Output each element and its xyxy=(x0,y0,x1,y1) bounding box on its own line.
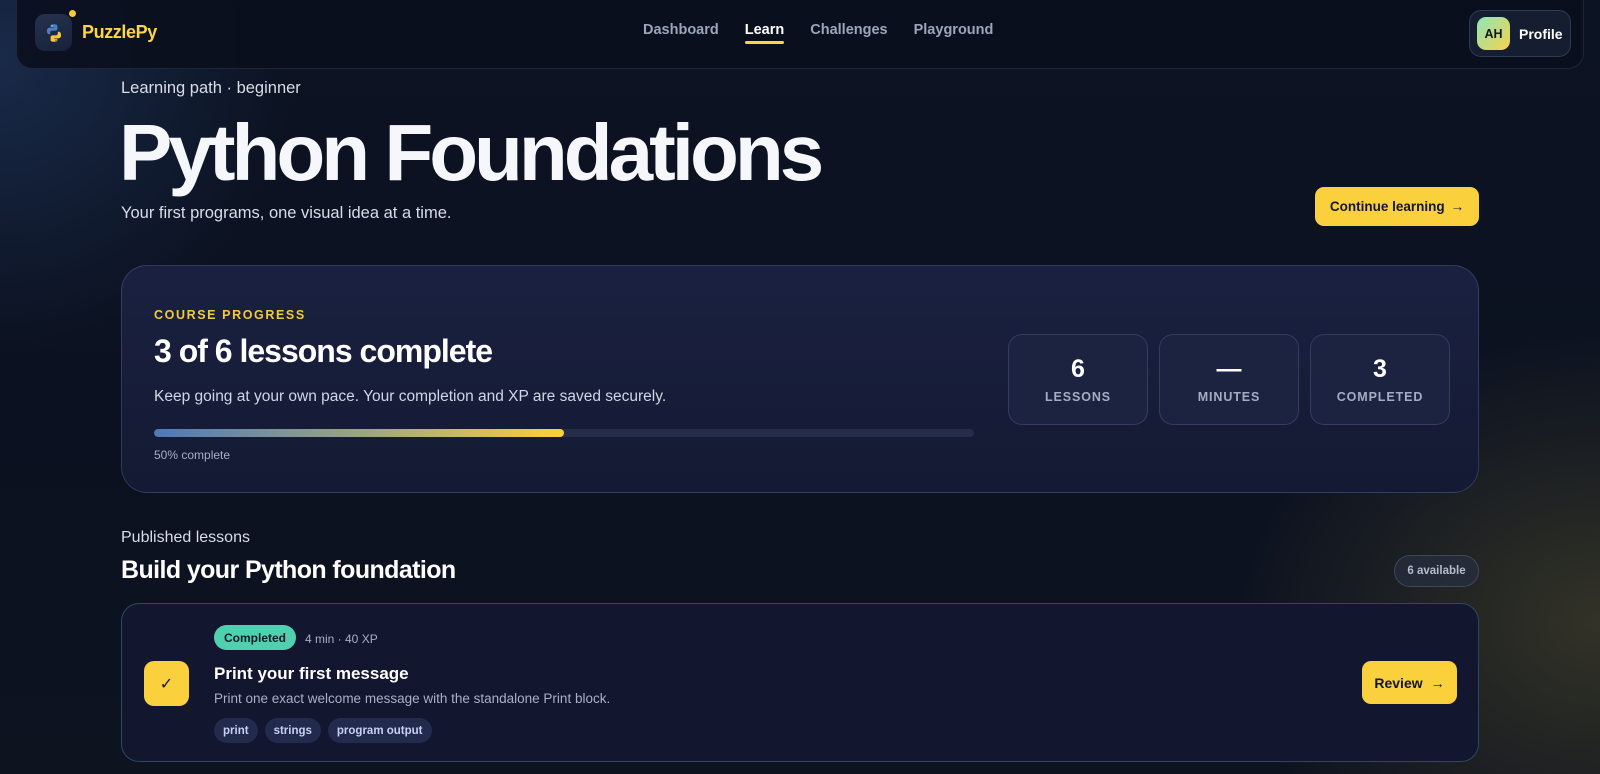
available-count-badge: 6 available xyxy=(1394,555,1479,587)
stat-label: MINUTES xyxy=(1197,389,1261,404)
python-logo-graphic xyxy=(46,23,61,42)
nav-item-challenges[interactable]: Challenges xyxy=(810,22,887,44)
continue-learning-label: Continue learning xyxy=(1329,199,1445,214)
nav-item-dashboard[interactable]: Dashboard xyxy=(643,22,719,44)
tag-program-output: program output xyxy=(327,718,432,743)
published-lessons-eyebrow: Published lessons xyxy=(121,529,250,546)
stat-label: LESSONS xyxy=(1044,389,1112,404)
stat-completed: 3 COMPLETED xyxy=(1310,334,1450,425)
brand[interactable]: PuzzlePy xyxy=(35,10,157,51)
lesson-tags: print strings program output xyxy=(214,718,432,743)
progress-bar xyxy=(154,429,974,437)
review-button[interactable]: Review → xyxy=(1362,661,1457,704)
progress-bar-fill xyxy=(154,429,564,437)
lesson-title: Print your first message xyxy=(214,664,409,683)
profile-label: Profile xyxy=(1519,25,1563,42)
progress-percent-label: 50% complete xyxy=(154,448,231,462)
profile-button[interactable]: AH Profile xyxy=(1469,10,1571,57)
lesson-card[interactable]: ✓ Completed 4 min · 40 XP Print your fir… xyxy=(121,603,1479,762)
nav-item-learn[interactable]: Learn xyxy=(744,22,784,44)
stat-lessons: 6 LESSONS xyxy=(1008,334,1148,425)
stat-value: 6 xyxy=(1071,354,1085,383)
arrow-right-icon: → xyxy=(1450,199,1465,214)
progress-title: 3 of 6 lessons complete xyxy=(154,333,493,369)
top-navigation-bar: PuzzlePy Dashboard Learn Challenges Play… xyxy=(16,0,1584,69)
stat-minutes: — MINUTES xyxy=(1159,334,1299,425)
stat-label: COMPLETED xyxy=(1336,389,1424,404)
stat-value: 3 xyxy=(1373,354,1387,383)
tag-print: print xyxy=(214,718,258,743)
lesson-description: Print one exact welcome message with the… xyxy=(214,691,611,706)
page-subtitle: Your first programs, one visual idea at … xyxy=(121,204,452,222)
stat-value: — xyxy=(1216,354,1242,383)
progress-description: Keep going at your own pace. Your comple… xyxy=(154,388,667,405)
python-logo-icon xyxy=(35,10,76,51)
check-icon: ✓ xyxy=(144,661,189,706)
avatar: AH xyxy=(1477,17,1510,50)
nav-item-playground[interactable]: Playground xyxy=(914,22,994,44)
arrow-right-icon: → xyxy=(1430,674,1445,691)
status-badge: Completed xyxy=(214,625,297,650)
main-nav: Dashboard Learn Challenges Playground xyxy=(643,22,993,44)
continue-learning-button[interactable]: Continue learning → xyxy=(1315,187,1479,226)
tag-strings: strings xyxy=(264,718,321,743)
notification-dot xyxy=(69,10,76,17)
course-progress-card: COURSE PROGRESS 3 of 6 lessons complete … xyxy=(121,265,1479,493)
lessons-section-title: Build your Python foundation xyxy=(121,556,456,584)
review-label: Review xyxy=(1374,674,1423,691)
learning-path-eyebrow: Learning path · beginner xyxy=(121,79,301,97)
page-title: Python Foundations xyxy=(119,108,824,197)
brand-name: PuzzlePy xyxy=(82,22,157,42)
lesson-meta: 4 min · 40 XP xyxy=(305,632,378,646)
course-progress-kicker: COURSE PROGRESS xyxy=(154,308,306,322)
